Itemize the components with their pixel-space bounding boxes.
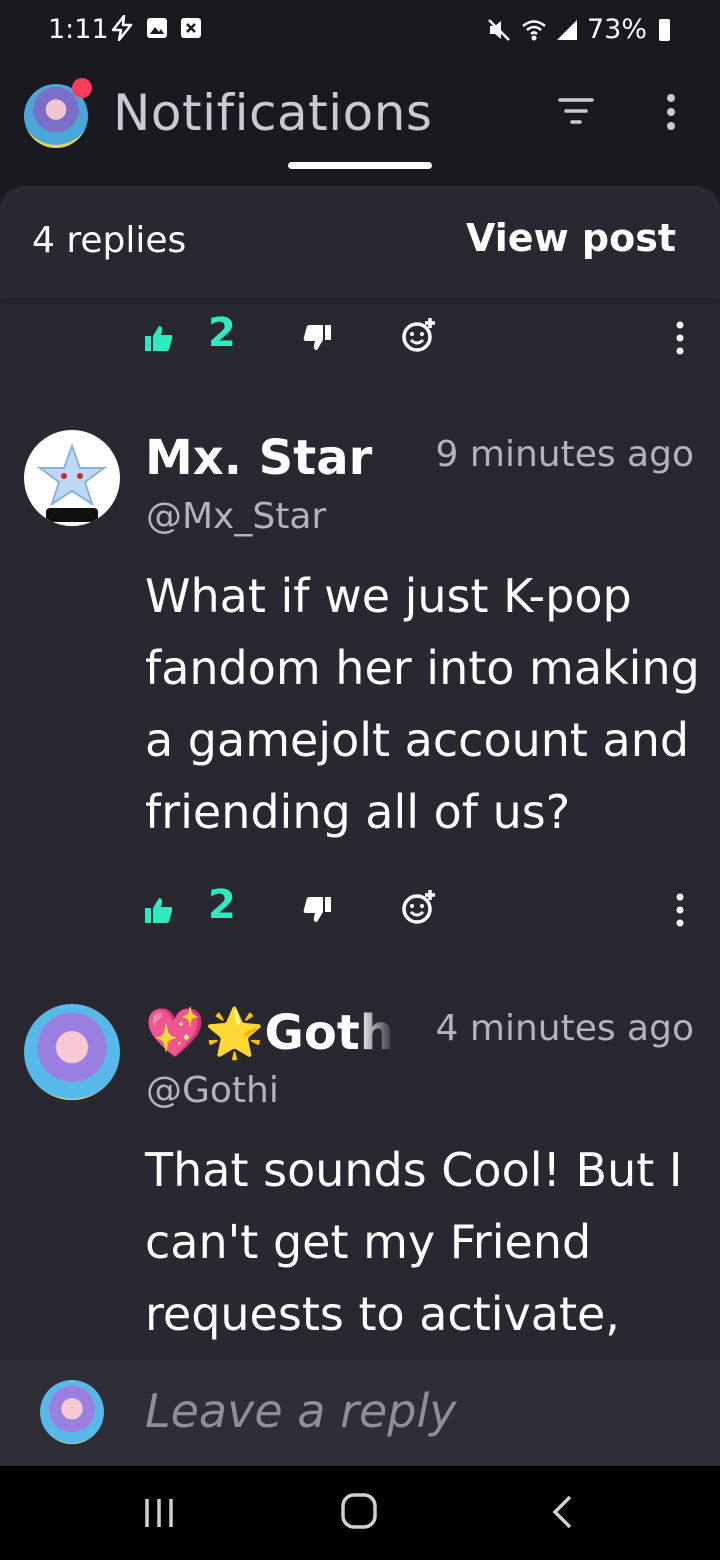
back-icon[interactable]	[550, 1494, 574, 1530]
commenter-name[interactable]: Mx. Star	[145, 430, 395, 486]
comment-actions: 2	[0, 310, 720, 370]
system-nav-bar	[0, 1466, 720, 1560]
thumbs-up-icon[interactable]	[144, 896, 174, 924]
mute-icon	[488, 18, 510, 41]
commenter-handle[interactable]: @Gothi	[146, 1070, 279, 1111]
replies-sheet: 4 replies View post 2 Mx. Star 9 minutes…	[0, 186, 720, 1466]
my-avatar	[40, 1380, 104, 1444]
app-header: Notifications	[0, 62, 720, 186]
notification-dot	[72, 78, 92, 98]
sheet-header: 4 replies View post	[0, 186, 720, 299]
thumbs-down-icon[interactable]	[302, 896, 332, 924]
comment-actions: 2	[0, 882, 720, 942]
page-title: Notifications	[113, 84, 433, 142]
commenter-avatar[interactable]	[24, 430, 120, 526]
battery-percent: 73%	[586, 14, 647, 45]
comment-time: 9 minutes ago	[435, 434, 694, 475]
status-bar: 1:11 73%	[0, 0, 720, 62]
comment-item: 💖🌟Gothi 4 minutes ago @Gothi That sounds…	[0, 1004, 720, 1364]
star-sheriff-avatar-icon	[36, 443, 108, 522]
comment-more-icon[interactable]	[672, 320, 688, 356]
home-icon[interactable]	[340, 1492, 378, 1530]
comment-time: 4 minutes ago	[435, 1008, 694, 1049]
commenter-handle[interactable]: @Mx_Star	[146, 496, 326, 537]
comment-text: That sounds Cool! But I can't get my Fri…	[145, 1143, 683, 1341]
like-count: 2	[208, 310, 236, 356]
flash-icon	[111, 15, 133, 41]
wifi-icon	[522, 19, 546, 40]
commenter-avatar[interactable]	[24, 1004, 120, 1100]
battery-icon	[659, 18, 670, 41]
replies-count: 4 replies	[32, 220, 187, 261]
commenter-name[interactable]: 💖🌟Gothi	[145, 1004, 395, 1061]
add-reaction-icon[interactable]	[400, 888, 438, 926]
comment-text: What if we just K-pop fandom her into ma…	[145, 569, 700, 839]
comment-more-icon[interactable]	[672, 892, 688, 928]
thumbs-up-icon[interactable]	[144, 324, 174, 352]
gallery-icon	[147, 18, 167, 38]
reply-composer[interactable]: Leave a reply	[0, 1360, 720, 1466]
reply-input[interactable]: Leave a reply	[145, 1384, 457, 1438]
thumbs-down-icon[interactable]	[302, 324, 332, 352]
like-count: 2	[208, 882, 236, 928]
signal-icon	[556, 19, 577, 40]
recents-icon[interactable]	[142, 1496, 176, 1530]
add-reaction-icon[interactable]	[400, 316, 438, 354]
filter-icon[interactable]	[558, 96, 594, 126]
drag-handle[interactable]	[288, 162, 432, 169]
close-box-icon	[181, 18, 201, 38]
status-time: 1:11	[48, 14, 109, 45]
more-options-icon[interactable]	[658, 92, 684, 132]
view-post-button[interactable]: View post	[466, 216, 676, 260]
comment-item: Mx. Star 9 minutes ago @Mx_Star What if …	[0, 430, 720, 850]
